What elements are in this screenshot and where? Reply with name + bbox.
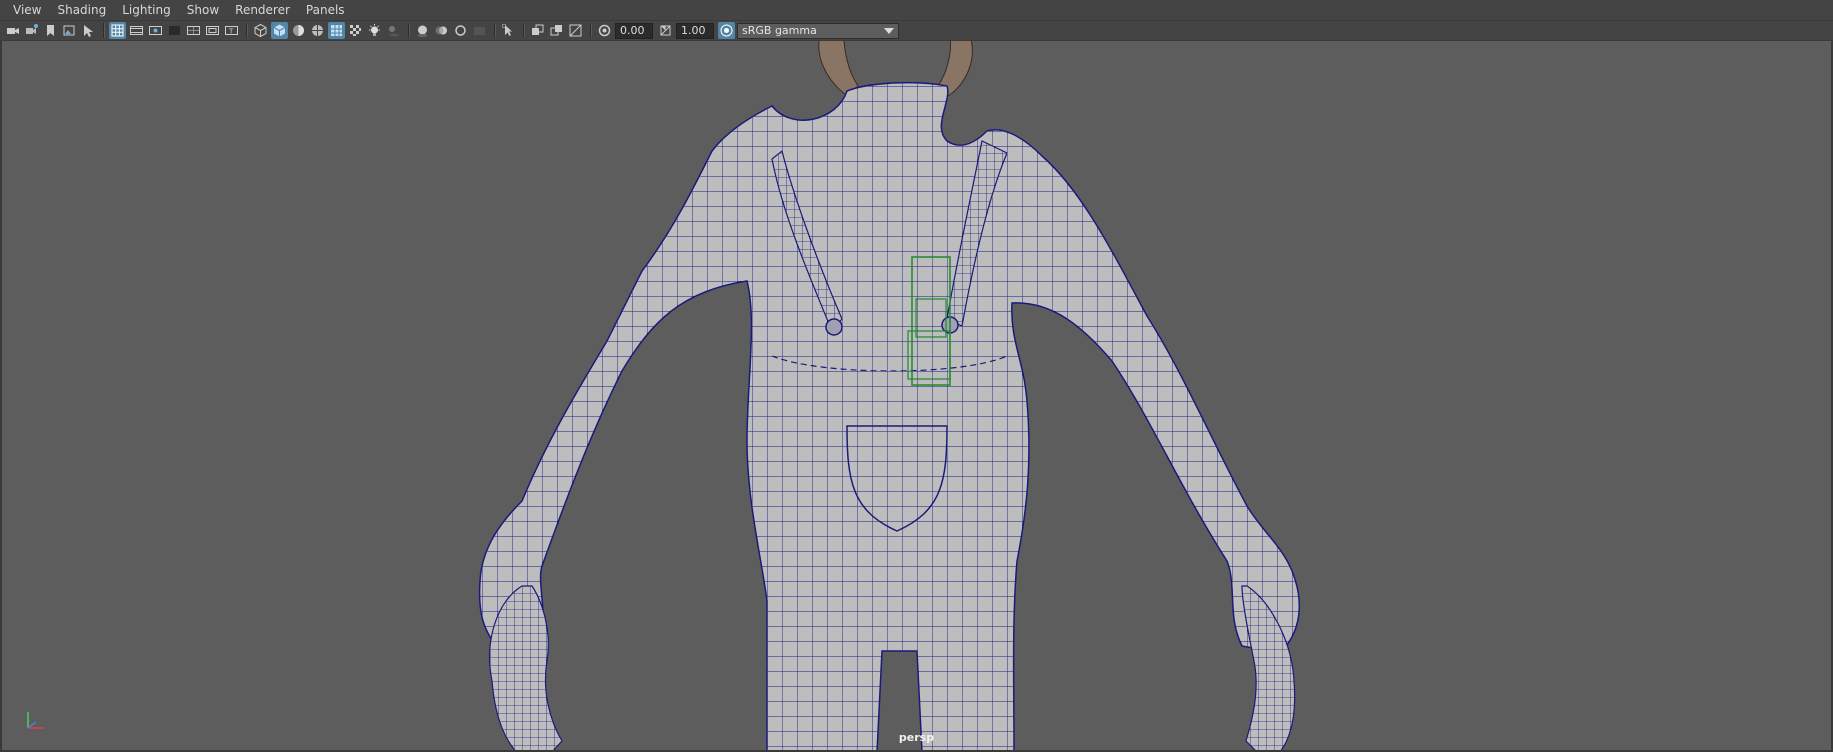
- safe-action-icon[interactable]: [204, 22, 221, 39]
- menu-view[interactable]: View: [5, 0, 49, 21]
- menu-renderer[interactable]: Renderer: [227, 0, 298, 21]
- film-gate-icon[interactable]: [128, 22, 145, 39]
- color-management-value: sRGB gamma: [742, 24, 817, 37]
- menu-shading[interactable]: Shading: [49, 0, 114, 21]
- panel-menubar: View Shading Lighting Show Renderer Pane…: [0, 0, 1833, 21]
- shadows-icon[interactable]: [385, 22, 402, 39]
- toolbar-separator: [103, 23, 105, 38]
- toolbar-separator: [590, 23, 592, 38]
- depth-of-field-icon[interactable]: [471, 22, 488, 39]
- motion-blur-icon[interactable]: [433, 22, 450, 39]
- toolbar-separator: [246, 23, 248, 38]
- panel-toolbar: T sRGB gamma: [0, 21, 1833, 40]
- default-material-icon[interactable]: [290, 22, 307, 39]
- use-all-lights-icon[interactable]: [366, 22, 383, 39]
- isolate-select-icon[interactable]: [500, 22, 517, 39]
- view-axis-icon: [22, 708, 48, 734]
- camera-name-label: persp: [898, 731, 935, 744]
- checker-icon[interactable]: [347, 22, 364, 39]
- safe-title-icon[interactable]: T: [223, 22, 240, 39]
- exposure-field[interactable]: [615, 22, 653, 39]
- color-management-icon[interactable]: [718, 22, 735, 39]
- menu-lighting[interactable]: Lighting: [114, 0, 179, 21]
- wireframe-icon[interactable]: [252, 22, 269, 39]
- gamma-icon[interactable]: [657, 22, 674, 39]
- left-button: [825, 318, 843, 336]
- svg-text:T: T: [228, 28, 234, 36]
- exposure-icon[interactable]: [596, 22, 613, 39]
- toolbar-separator: [494, 23, 496, 38]
- menu-panels[interactable]: Panels: [298, 0, 353, 21]
- gate-mask-icon[interactable]: [166, 22, 183, 39]
- textured-icon[interactable]: [328, 22, 345, 39]
- xray-icon[interactable]: [529, 22, 546, 39]
- menu-show[interactable]: Show: [179, 0, 227, 21]
- perspective-viewport[interactable]: persp: [1, 40, 1832, 751]
- toolbar-separator: [408, 23, 410, 38]
- color-management-dropdown[interactable]: sRGB gamma: [737, 22, 899, 39]
- xray-joints-icon[interactable]: [548, 22, 565, 39]
- screen-space-ao-icon[interactable]: [414, 22, 431, 39]
- anti-aliasing-icon[interactable]: [452, 22, 469, 39]
- smooth-shade-icon[interactable]: [271, 22, 288, 39]
- toolbar-separator: [523, 23, 525, 38]
- camera-attributes-icon[interactable]: [23, 22, 40, 39]
- resolution-gate-icon[interactable]: [147, 22, 164, 39]
- body-mesh: [478, 82, 1301, 750]
- select-tool-icon[interactable]: [80, 22, 97, 39]
- grid-icon[interactable]: [109, 22, 126, 39]
- xray-active-icon[interactable]: [567, 22, 584, 39]
- chevron-down-icon: [884, 27, 894, 34]
- field-chart-icon[interactable]: [185, 22, 202, 39]
- left-hand-mesh: [489, 585, 563, 750]
- character-mesh: [478, 41, 1301, 750]
- wireframe-on-shaded-icon[interactable]: [309, 22, 326, 39]
- gamma-field[interactable]: [676, 22, 714, 39]
- hair-left: [818, 41, 859, 97]
- bookmark-icon[interactable]: [42, 22, 59, 39]
- select-camera-icon[interactable]: [4, 22, 21, 39]
- image-plane-icon[interactable]: [61, 22, 78, 39]
